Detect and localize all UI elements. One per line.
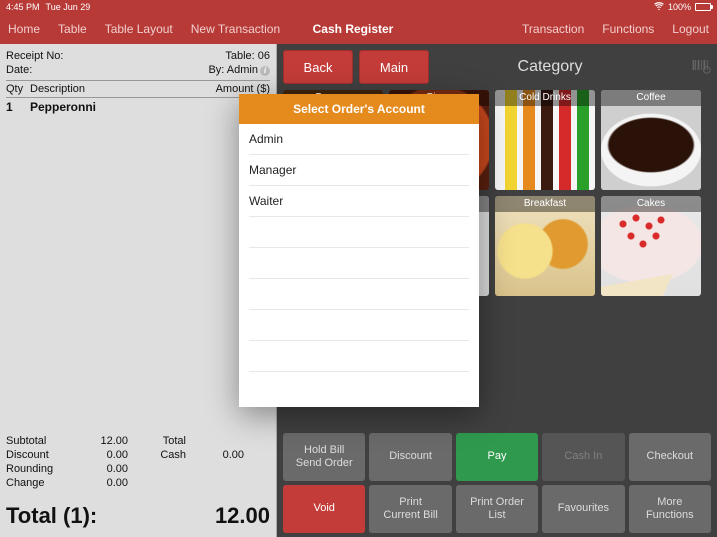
receipt-summary: Subtotal 12.00 Total Discount 0.00 Cash … (6, 435, 270, 489)
back-button[interactable]: Back (283, 50, 353, 84)
print-order-list-button[interactable]: Print OrderList (456, 485, 538, 533)
head-qty: Qty (6, 83, 30, 95)
nav-functions[interactable]: Functions (602, 22, 654, 36)
list-item (249, 341, 469, 372)
category-label: Cakes (601, 196, 701, 212)
total-value: 12.00 (215, 503, 270, 529)
select-account-modal: Select Order's Account Admin Manager Wai… (239, 94, 479, 407)
favourites-button[interactable]: Favourites (542, 485, 624, 533)
list-item (249, 310, 469, 341)
sum-cash-l: Cash (128, 449, 186, 461)
sum-subtotal-l: Subtotal (6, 435, 70, 447)
nav-table-layout[interactable]: Table Layout (105, 22, 173, 36)
receipt-header: Qty Description Amount ($) (6, 80, 270, 98)
head-desc: Description (30, 83, 196, 95)
category-title: Category (415, 58, 685, 76)
sum-rounding-l: Rounding (6, 463, 70, 475)
category-label: Cold Drinks (495, 90, 595, 106)
account-option-manager[interactable]: Manager (249, 155, 469, 186)
total-label: Total (1): (6, 503, 97, 529)
receipt-by-text: By: Admin (208, 64, 258, 76)
top-nav: Home Table Table Layout New Transaction … (0, 14, 717, 44)
status-time: 4:45 PM (6, 2, 40, 12)
sum-discount-v: 0.00 (70, 449, 128, 461)
void-button[interactable]: Void (283, 485, 365, 533)
category-label: Breakfast (495, 196, 595, 212)
checkout-button[interactable]: Checkout (629, 433, 711, 481)
battery-icon (695, 3, 711, 11)
sum-rounding-v: 0.00 (70, 463, 128, 475)
line-qty: 1 (6, 100, 30, 114)
receipt-panel: Receipt No: Table: 06 Date: By: Admini Q… (0, 44, 277, 537)
nav-logout[interactable]: Logout (672, 22, 709, 36)
modal-option-list: Admin Manager Waiter (239, 124, 479, 407)
category-label: Coffee (601, 90, 701, 106)
sum-discount-l: Discount (6, 449, 70, 461)
nav-table[interactable]: Table (58, 22, 87, 36)
nav-home[interactable]: Home (8, 22, 40, 36)
account-option-waiter[interactable]: Waiter (249, 186, 469, 217)
sum-total-v (186, 435, 244, 447)
receipt-date-label: Date: (6, 64, 32, 76)
more-functions-button[interactable]: MoreFunctions (629, 485, 711, 533)
sum-change-v: 0.00 (70, 477, 128, 489)
status-battery-pct: 100% (668, 2, 691, 12)
nav-title: Cash Register (308, 22, 398, 36)
receipt-table: Table: 06 (225, 50, 270, 62)
hold-bill-button[interactable]: Hold BillSend Order (283, 433, 365, 481)
receipt-no-label: Receipt No: (6, 50, 63, 62)
sum-total-l: Total (128, 435, 186, 447)
line-desc: Pepperonni (30, 100, 196, 114)
category-breakfast[interactable]: Breakfast (495, 196, 595, 296)
discount-button[interactable]: Discount (369, 433, 451, 481)
receipt-by: By: Admini (208, 64, 270, 76)
nav-new-transaction[interactable]: New Transaction (191, 22, 280, 36)
nav-transaction[interactable]: Transaction (522, 22, 584, 36)
list-item (249, 217, 469, 248)
sum-cash-v: 0.00 (186, 449, 244, 461)
info-icon[interactable]: i (260, 66, 270, 76)
cash-in-button[interactable]: Cash In (542, 433, 624, 481)
list-item (249, 248, 469, 279)
category-coffee[interactable]: Coffee (601, 90, 701, 190)
pay-button[interactable]: Pay (456, 433, 538, 481)
print-current-bill-button[interactable]: PrintCurrent Bill (369, 485, 451, 533)
barcode-icon[interactable] (691, 55, 711, 80)
account-option-admin[interactable]: Admin (249, 124, 469, 155)
modal-title: Select Order's Account (239, 94, 479, 124)
status-date: Tue Jun 29 (46, 2, 91, 12)
function-buttons: Hold BillSend Order Discount Pay Cash In… (283, 433, 711, 533)
category-cold-drinks[interactable]: Cold Drinks (495, 90, 595, 190)
status-bar: 4:45 PM Tue Jun 29 100% (0, 0, 717, 14)
sum-subtotal-v: 12.00 (70, 435, 128, 447)
receipt-line[interactable]: 1 Pepperonni 12.00 (6, 98, 270, 116)
category-cakes[interactable]: Cakes (601, 196, 701, 296)
wifi-icon (654, 2, 664, 12)
receipt-lines: 1 Pepperonni 12.00 (6, 98, 270, 435)
receipt-total: Total (1): 12.00 (6, 497, 270, 537)
sum-change-l: Change (6, 477, 70, 489)
list-item (249, 279, 469, 310)
